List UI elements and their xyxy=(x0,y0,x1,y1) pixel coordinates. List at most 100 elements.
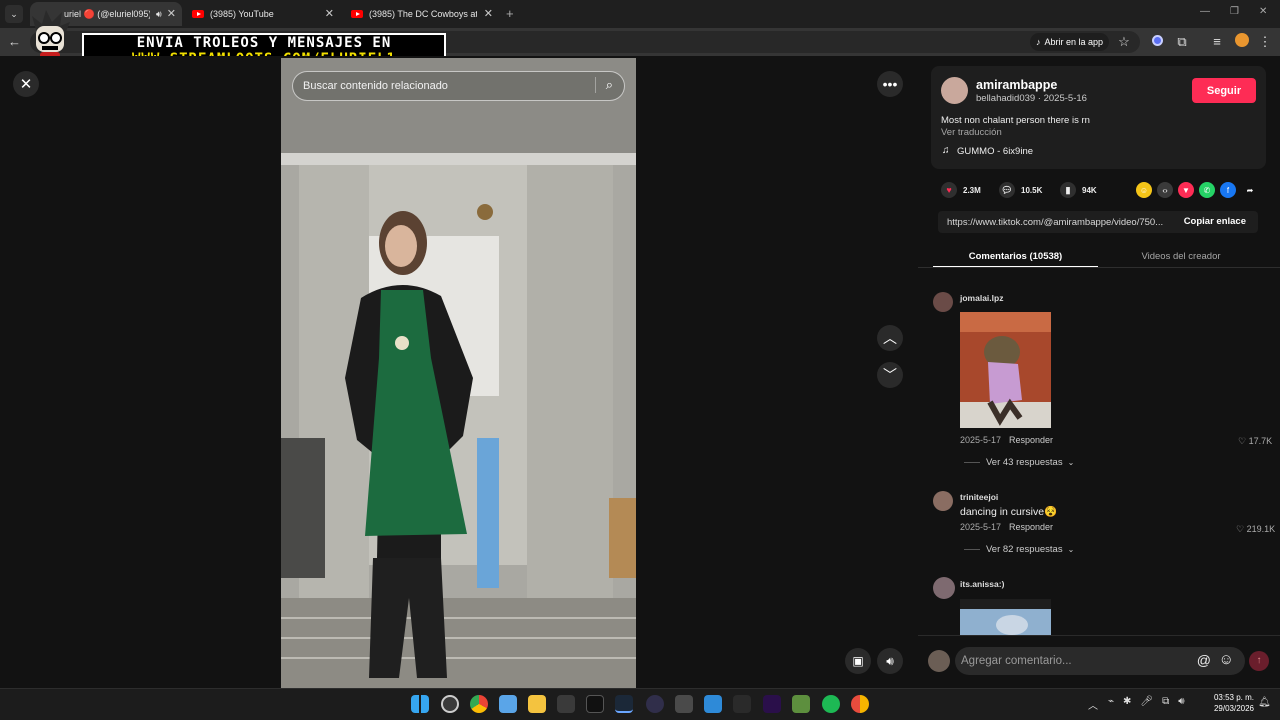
youtube-icon xyxy=(192,10,204,18)
send-icon[interactable]: ▼ xyxy=(1178,182,1194,198)
comment-icon: 💬︎ xyxy=(999,182,1015,198)
translate-link[interactable]: Ver traducción xyxy=(941,127,1002,138)
mention-icon[interactable]: @ xyxy=(1197,652,1211,668)
save-stat[interactable]: ▮ 94K xyxy=(1060,182,1097,198)
chrome-icon[interactable] xyxy=(470,695,488,713)
comment-like[interactable]: ♡ 219.1K xyxy=(1236,524,1275,535)
bookmark-star-icon[interactable]: ☆ xyxy=(1115,33,1133,51)
reply-link[interactable]: Responder xyxy=(1009,435,1053,445)
whatsapp-icon[interactable]: ✆ xyxy=(1199,182,1215,198)
menu-icon[interactable]: ⋮ xyxy=(1256,33,1274,51)
close-tab-icon[interactable]: ✕ xyxy=(484,7,493,20)
tab-search-button[interactable]: ⌄ xyxy=(5,5,23,23)
sound-name[interactable]: GUMMO - 6ix9ine xyxy=(957,146,1033,157)
terminal-icon[interactable] xyxy=(586,695,604,713)
spotify-icon[interactable] xyxy=(822,695,840,713)
replies-line xyxy=(964,549,980,550)
previous-video-button[interactable]: ︿ xyxy=(877,325,903,351)
tabs-divider xyxy=(918,267,1280,268)
steam-icon[interactable] xyxy=(615,695,633,713)
follow-button[interactable]: Seguir xyxy=(1192,78,1256,103)
notification-icon[interactable]: 🔔︎ xyxy=(1258,697,1271,708)
commenter-avatar[interactable] xyxy=(933,292,953,312)
comment-username[interactable]: triniteejoi xyxy=(960,492,998,502)
commenter-avatar[interactable] xyxy=(933,491,953,511)
reading-list-icon[interactable]: ≡ xyxy=(1208,33,1226,51)
tab-creator-videos-label: Videos del creador xyxy=(1141,250,1221,262)
comment-username[interactable]: its.anissa:) xyxy=(960,579,1004,589)
comment-input[interactable]: Agregar comentario... @ ☺ xyxy=(955,647,1245,675)
author-avatar[interactable] xyxy=(941,77,968,104)
author-username[interactable]: amirambappe xyxy=(976,78,1057,92)
volume-icon[interactable]: 🔊︎ xyxy=(877,648,903,674)
restore-icon[interactable]: ❐ xyxy=(1230,6,1239,17)
extension-icon[interactable] xyxy=(1148,33,1166,51)
view-replies-button[interactable]: Ver 82 respuestas ⌄ xyxy=(964,544,1074,555)
back-icon[interactable]: ← xyxy=(8,34,21,49)
photos-icon[interactable] xyxy=(704,695,722,713)
commenter-avatar[interactable] xyxy=(933,577,955,599)
search-icon[interactable]: ⌕ xyxy=(594,77,613,93)
calculator-icon[interactable] xyxy=(675,695,693,713)
chrome-canary-icon[interactable] xyxy=(851,695,869,713)
copy-link-button[interactable]: Copiar enlace xyxy=(1184,216,1246,227)
next-video-button[interactable]: ﹀ xyxy=(877,362,903,388)
close-player-button[interactable]: ✕ xyxy=(13,71,39,97)
puzzle-icon[interactable]: ⧉ xyxy=(1173,33,1191,51)
tray-icons[interactable]: ⌁✱🎤︎⧉🔊︎ xyxy=(1108,696,1194,707)
tab-title: (3985) YouTube xyxy=(210,9,274,19)
like-stat[interactable]: ♥ 2.3M xyxy=(941,182,981,198)
facebook-icon[interactable]: f xyxy=(1220,182,1236,198)
tab-youtube-2[interactable]: (3985) The DC Cowboys at the ✕ xyxy=(343,2,499,26)
tab-creator-videos[interactable]: Videos del creador xyxy=(1098,244,1264,268)
comment-input-placeholder: Agregar comentario... xyxy=(961,655,1072,667)
minimize-icon[interactable]: — xyxy=(1200,6,1210,17)
notepad-icon[interactable] xyxy=(499,695,517,713)
tab-comments[interactable]: Comentarios (10538) xyxy=(933,244,1098,268)
more-options-icon[interactable]: ••• xyxy=(877,71,903,97)
video-search-input[interactable]: Buscar contenido relacionado ⌕ xyxy=(292,71,625,101)
open-in-app-button[interactable]: ♪ Abrir en la app xyxy=(1030,33,1110,51)
comment-stat[interactable]: 💬︎ 10.5K xyxy=(999,182,1042,198)
view-replies-label: Ver 82 respuestas xyxy=(986,544,1063,555)
embed-icon[interactable]: ‹› xyxy=(1157,182,1173,198)
comment-image[interactable] xyxy=(960,599,1051,635)
comment-like[interactable]: ♡ 17.7K xyxy=(1238,436,1272,447)
file-explorer-icon[interactable] xyxy=(528,695,546,713)
close-tab-icon[interactable]: ✕ xyxy=(167,7,176,20)
comment-image[interactable] xyxy=(960,312,1051,428)
share-arrow-icon[interactable]: ➦ xyxy=(1242,182,1258,198)
windows-start-icon[interactable] xyxy=(411,695,429,713)
chevron-down-icon: ⌄ xyxy=(1067,458,1075,467)
xbox-icon[interactable] xyxy=(557,695,575,713)
mini-player-icon[interactable]: ▣ xyxy=(845,648,871,674)
heart-outline-icon: ♡ xyxy=(1238,436,1247,446)
post-link-text: https://www.tiktok.com/@amirambappe/vide… xyxy=(947,216,1164,228)
post-comment-button[interactable]: ↑ xyxy=(1249,651,1269,671)
profile-avatar[interactable] xyxy=(1233,33,1251,51)
new-tab-icon[interactable]: + xyxy=(506,6,514,21)
obs-icon[interactable] xyxy=(646,695,664,713)
overlay-line-1: ENVIA TROLEOS Y MENSAJES EN xyxy=(136,35,392,51)
premiere-icon[interactable] xyxy=(763,695,781,713)
logitech-icon[interactable] xyxy=(733,695,751,713)
speaker-icon[interactable]: 🔊︎ xyxy=(156,9,162,20)
bookmark-icon: ▮ xyxy=(1060,182,1076,198)
tab-youtube[interactable]: (3985) YouTube ✕ xyxy=(184,2,340,26)
close-tab-icon[interactable]: ✕ xyxy=(325,7,334,20)
video-frame[interactable] xyxy=(281,58,636,688)
emoji-icon[interactable]: ☺ xyxy=(1219,651,1234,668)
comment-date: 2025-5-17 xyxy=(960,435,1002,445)
app-icon[interactable] xyxy=(441,695,459,713)
comment-username[interactable]: jomalai.lpz xyxy=(960,293,1003,303)
post-link-field[interactable]: https://www.tiktok.com/@amirambappe/vide… xyxy=(938,211,1258,233)
tray-chevron-icon[interactable]: ︿ xyxy=(1088,697,1098,712)
view-replies-button[interactable]: Ver 43 respuestas ⌄ xyxy=(964,457,1074,468)
game-icon[interactable] xyxy=(792,695,810,713)
taskbar-clock[interactable]: 03:53 p. m. 29/03/2026 xyxy=(1198,692,1254,714)
share-friends-icon[interactable]: ☺ xyxy=(1136,182,1152,198)
close-window-icon[interactable]: ✕ xyxy=(1259,6,1267,17)
view-replies-label: Ver 43 respuestas xyxy=(986,457,1063,468)
heart-outline-icon: ♡ xyxy=(1236,524,1245,534)
reply-link[interactable]: Responder xyxy=(1009,522,1053,532)
